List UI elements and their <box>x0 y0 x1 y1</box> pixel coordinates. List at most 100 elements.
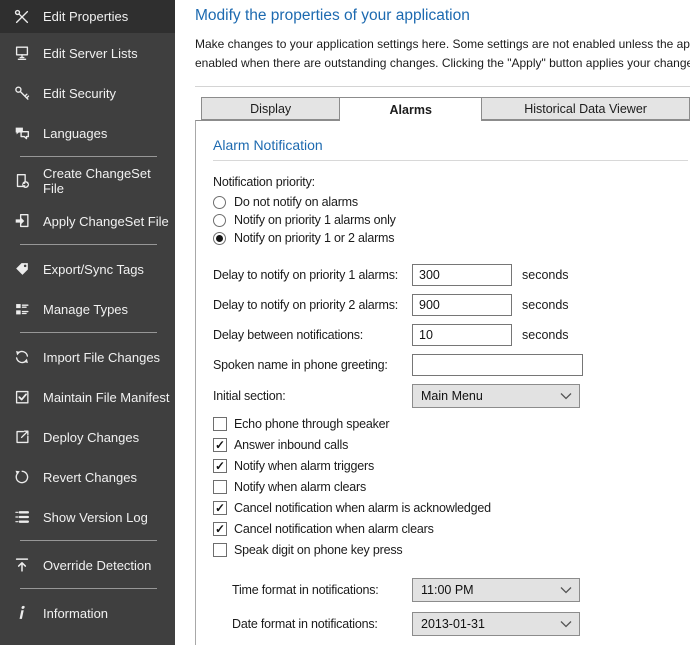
field-label: Date format in notifications: <box>232 617 412 631</box>
header-separator <box>195 86 690 87</box>
application-window: Edit Properties Edit Server Lists Edit S… <box>0 0 690 645</box>
sidebar-item-override-detection[interactable]: Override Detection <box>0 545 175 585</box>
alarm-checkbox-group: Echo phone through speaker ✓ Answer inbo… <box>213 416 688 558</box>
notification-priority-radio-group: Do not notify on alarms Notify on priori… <box>213 193 688 247</box>
field-suffix: seconds <box>522 298 569 312</box>
sidebar-divider <box>20 588 157 589</box>
field-suffix: seconds <box>522 328 569 342</box>
sidebar-item-label: Edit Properties <box>43 9 128 24</box>
radio-button-selected[interactable] <box>213 232 226 245</box>
version-log-icon <box>13 508 31 526</box>
checkbox-checked[interactable]: ✓ <box>213 438 227 452</box>
sidebar-item-label: Create ChangeSet File <box>43 166 175 196</box>
field-row-initial-section: Initial section: Main Menu <box>213 384 688 408</box>
page-title: Modify the properties of your applicatio… <box>195 7 690 25</box>
checkbox-checked[interactable]: ✓ <box>213 522 227 536</box>
sidebar-item-label: Import File Changes <box>43 350 160 365</box>
tab-alarms[interactable]: Alarms <box>339 97 482 121</box>
checkbox-checked[interactable]: ✓ <box>213 501 227 515</box>
sidebar-item-label: Edit Security <box>43 86 116 101</box>
tab-historical-data-viewer[interactable]: Historical Data Viewer <box>481 97 690 120</box>
sidebar-item-import-file-changes[interactable]: Import File Changes <box>0 337 175 377</box>
sidebar-item-maintain-file-manifest[interactable]: Maintain File Manifest <box>0 377 175 417</box>
tab-bar: Display Alarms Historical Data Viewer <box>201 96 690 120</box>
field-label: Delay to notify on priority 2 alarms: <box>213 298 412 312</box>
sidebar-divider <box>20 540 157 541</box>
radio-label: Do not notify on alarms <box>234 195 358 209</box>
check-mark: ✓ <box>215 460 225 472</box>
checkbox-cancel-on-acknowledged[interactable]: ✓ Cancel notification when alarm is ackn… <box>213 500 688 516</box>
radio-button[interactable] <box>213 214 226 227</box>
sidebar: Edit Properties Edit Server Lists Edit S… <box>0 0 175 645</box>
sidebar-item-edit-properties[interactable]: Edit Properties <box>0 0 175 33</box>
sidebar-item-label: Languages <box>43 126 107 141</box>
list-grid-icon <box>13 300 31 318</box>
dropdown-selected-value: 2013-01-31 <box>421 617 485 631</box>
tag-icon <box>13 260 31 278</box>
deploy-icon <box>13 428 31 446</box>
radio-do-not-notify[interactable]: Do not notify on alarms <box>213 193 688 211</box>
sidebar-item-revert-changes[interactable]: Revert Changes <box>0 457 175 497</box>
sidebar-item-label: Maintain File Manifest <box>43 390 169 405</box>
speech-bubbles-icon <box>13 124 31 142</box>
dropdown-selected-value: 11:00 PM <box>421 583 474 597</box>
dropdown-selected-value: Main Menu <box>421 389 483 403</box>
checkbox-label: Notify when alarm triggers <box>234 459 374 473</box>
sidebar-item-information[interactable]: Information <box>0 593 175 633</box>
field-label: Spoken name in phone greeting: <box>213 358 412 372</box>
sidebar-divider <box>20 156 157 157</box>
key-icon <box>13 84 31 102</box>
delay-between-notifications-input[interactable] <box>412 324 512 346</box>
sidebar-item-deploy-changes[interactable]: Deploy Changes <box>0 417 175 457</box>
field-label: Initial section: <box>213 389 412 403</box>
sidebar-item-edit-security[interactable]: Edit Security <box>0 73 175 113</box>
date-format-dropdown[interactable]: 2013-01-31 <box>412 612 580 636</box>
sidebar-item-label: Edit Server Lists <box>43 46 138 61</box>
checkbox-label: Answer inbound calls <box>234 438 348 452</box>
checkbox-label: Cancel notification when alarm clears <box>234 522 434 536</box>
sidebar-divider <box>20 332 157 333</box>
checkbox-answer-inbound[interactable]: ✓ Answer inbound calls <box>213 437 688 453</box>
sidebar-item-edit-server-lists[interactable]: Edit Server Lists <box>0 33 175 73</box>
section-title-alarm-notification: Alarm Notification <box>213 137 688 161</box>
radio-notify-priority-1-only[interactable]: Notify on priority 1 alarms only <box>213 211 688 229</box>
radio-notify-priority-1-or-2[interactable]: Notify on priority 1 or 2 alarms <box>213 229 688 247</box>
initial-section-dropdown[interactable]: Main Menu <box>412 384 580 408</box>
checkbox[interactable] <box>213 543 227 557</box>
checkbox-checked[interactable]: ✓ <box>213 459 227 473</box>
checkbox[interactable] <box>213 417 227 431</box>
checkbox-cancel-on-clears[interactable]: ✓ Cancel notification when alarm clears <box>213 521 688 537</box>
delay-priority-1-input[interactable] <box>412 264 512 286</box>
sidebar-item-manage-types[interactable]: Manage Types <box>0 289 175 329</box>
field-label: Time format in notifications: <box>232 583 412 597</box>
check-mark: ✓ <box>215 502 225 514</box>
sidebar-item-show-version-log[interactable]: Show Version Log <box>0 497 175 537</box>
sidebar-item-label: Apply ChangeSet File <box>43 214 169 229</box>
sidebar-item-export-sync-tags[interactable]: Export/Sync Tags <box>0 249 175 289</box>
tab-display[interactable]: Display <box>201 97 340 120</box>
field-row-spoken-name: Spoken name in phone greeting: <box>213 354 688 376</box>
file-import-icon <box>13 212 31 230</box>
spoken-name-input[interactable] <box>412 354 583 376</box>
radio-button[interactable] <box>213 196 226 209</box>
checkbox[interactable] <box>213 480 227 494</box>
checkbox-speak-digit[interactable]: Speak digit on phone key press <box>213 542 688 558</box>
sidebar-divider <box>20 244 157 245</box>
radio-label: Notify on priority 1 alarms only <box>234 213 396 227</box>
sidebar-item-apply-changeset-file[interactable]: Apply ChangeSet File <box>0 201 175 241</box>
sidebar-item-label: Information <box>43 606 108 621</box>
checkbox-notify-triggers[interactable]: ✓ Notify when alarm triggers <box>213 458 688 474</box>
sidebar-item-languages[interactable]: Languages <box>0 113 175 153</box>
sidebar-item-label: Export/Sync Tags <box>43 262 144 277</box>
checkbox-label: Speak digit on phone key press <box>234 543 402 557</box>
chevron-down-icon <box>560 586 572 594</box>
sidebar-item-create-changeset-file[interactable]: Create ChangeSet File <box>0 161 175 201</box>
page-description: Make changes to your application setting… <box>195 35 690 73</box>
field-row-delay-between: Delay between notifications: seconds <box>213 324 688 346</box>
field-row-date-format: Date format in notifications: 2013-01-31 <box>232 612 688 636</box>
checkbox-notify-clears[interactable]: Notify when alarm clears <box>213 479 688 495</box>
delay-priority-2-input[interactable] <box>412 294 512 316</box>
time-format-dropdown[interactable]: 11:00 PM <box>412 578 580 602</box>
checkbox-echo-phone[interactable]: Echo phone through speaker <box>213 416 688 432</box>
checked-box-icon <box>13 388 31 406</box>
